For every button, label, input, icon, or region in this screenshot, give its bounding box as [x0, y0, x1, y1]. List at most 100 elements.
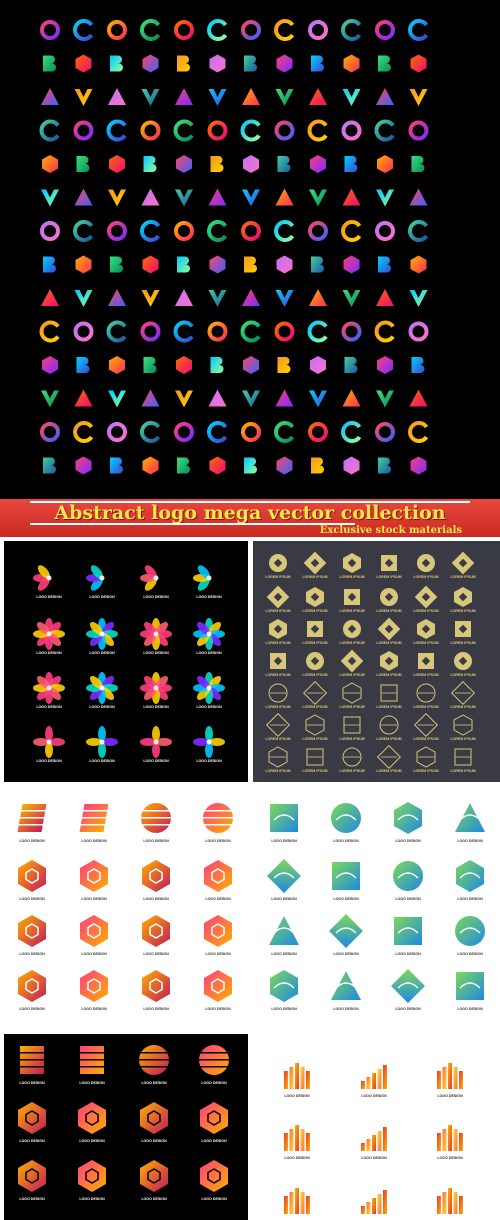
geometric-line-icon	[343, 553, 361, 573]
geometric-line-icon	[307, 621, 323, 637]
geometric-line-icon	[266, 585, 290, 609]
logo-caption: LOREM IPSUM	[265, 769, 290, 773]
chevron-icon	[409, 290, 428, 307]
logo-caption: LOREM IPSUM	[376, 609, 401, 613]
logo-caption: LOGO DESIGN	[19, 1007, 45, 1011]
stripe-shape-icon	[437, 1125, 463, 1151]
geometric-line-icon	[269, 619, 287, 639]
logo-caption: LOGO DESIGN	[457, 1007, 483, 1011]
logo-caption: LOGO DESIGN	[205, 1007, 231, 1011]
letter-m-icon	[75, 54, 92, 73]
letter-c-icon	[177, 256, 190, 273]
hexagon-icon	[40, 221, 60, 241]
letter-b-icon	[274, 120, 295, 141]
stripe-shape-icon	[284, 1063, 310, 1089]
geometric-line-icon	[342, 747, 362, 767]
geometric-line-icon	[381, 555, 397, 571]
hexagon-stripe-icon	[202, 803, 234, 833]
letter-m-icon	[341, 120, 362, 141]
triangle-icon	[177, 457, 190, 474]
letter-a-icon	[309, 189, 327, 207]
letter-s-icon	[142, 54, 159, 73]
logo-caption: LOGO DESIGN	[89, 595, 115, 599]
logo-caption: LOREM IPSUM	[450, 641, 475, 645]
logo-caption: LOGO DESIGN	[79, 1197, 105, 1201]
hexagon-stripe-icon	[142, 970, 170, 1002]
letter-c-icon	[141, 290, 160, 307]
letter-b-icon	[377, 356, 393, 374]
letter-a-icon	[374, 119, 395, 142]
letter-r-icon	[341, 220, 362, 242]
geometric-tile-icon	[456, 972, 484, 1000]
letter-a-icon	[173, 320, 194, 343]
hexagon-stripe-icon	[204, 970, 232, 1002]
letter-r-icon	[41, 189, 59, 207]
geometric-tile-icon	[455, 803, 485, 832]
geometric-line-icon	[454, 652, 472, 670]
swirl-icon	[276, 54, 293, 73]
logo-caption: LOREM IPSUM	[376, 673, 401, 677]
logo-caption: LOGO DESIGN	[143, 595, 169, 599]
logo-caption: LOREM IPSUM	[339, 673, 364, 677]
logo-caption: LOREM IPSUM	[450, 673, 475, 677]
logo-caption: LOGO DESIGN	[81, 897, 107, 901]
letter-r-icon	[110, 457, 123, 474]
letter-b-icon	[208, 188, 227, 206]
logo-caption: LOGO DESIGN	[437, 1094, 463, 1098]
triangle-icon	[307, 320, 328, 343]
swirl-icon	[41, 289, 59, 306]
swirl-icon	[310, 356, 326, 374]
geometric-line-icon	[376, 744, 402, 770]
chevron-icon	[244, 457, 257, 474]
letter-r-icon	[207, 19, 228, 41]
dark-hex-logo-panel: LOGO DESIGN LOGO DESIGN LOGO DESIGN LOGO DE…	[4, 1034, 248, 1220]
chevron-icon	[175, 189, 193, 207]
letter-m-icon	[41, 88, 59, 105]
logo-caption: LOGO DESIGN	[196, 759, 222, 763]
logo-caption: LOREM IPSUM	[376, 575, 401, 579]
letter-c-icon	[277, 156, 291, 172]
geometric-line-icon	[305, 714, 325, 736]
stripe-shape-icon	[361, 1127, 387, 1151]
logo-caption: LOREM IPSUM	[413, 705, 438, 709]
geometric-tile-icon	[332, 862, 360, 890]
flower-petal-icon	[140, 565, 159, 591]
geometric-line-icon	[343, 716, 361, 734]
flower-petal-icon	[193, 618, 225, 650]
letter-s-icon	[176, 356, 192, 374]
logo-caption: LOREM IPSUM	[339, 769, 364, 773]
logo-caption: LOGO DESIGN	[141, 1139, 167, 1143]
logo-caption: LOGO DESIGN	[36, 705, 62, 709]
logo-caption: LOGO DESIGN	[79, 1139, 105, 1143]
letter-r-icon	[210, 357, 224, 373]
hexagon-icon	[309, 289, 327, 306]
chevron-icon	[311, 55, 324, 72]
logo-caption: LOREM IPSUM	[339, 705, 364, 709]
flower-petal-icon	[140, 726, 172, 758]
logo-caption: LOGO DESIGN	[333, 839, 359, 843]
logo-caption: LOGO DESIGN	[36, 759, 62, 763]
hexagon-stripe-icon	[18, 1102, 46, 1134]
geometric-line-icon	[270, 653, 286, 669]
letter-m-icon	[109, 356, 125, 374]
triangle-icon	[208, 89, 227, 106]
letter-b-icon	[343, 54, 360, 73]
logo-caption: LOGO DESIGN	[89, 759, 115, 763]
geometric-line-icon	[416, 746, 436, 768]
letter-a-icon	[408, 421, 429, 443]
letter-s-icon	[174, 20, 194, 40]
hexagon-icon	[174, 422, 194, 442]
letter-m-icon	[409, 389, 428, 407]
geometric-line-icon	[265, 712, 291, 738]
logo-caption: LOREM IPSUM	[450, 705, 475, 709]
flower-petal-icon	[33, 565, 52, 591]
letter-c-icon	[378, 55, 391, 72]
logo-caption: LOGO DESIGN	[19, 1197, 45, 1201]
hexagon-stripe-icon	[198, 1045, 230, 1075]
logo-caption: LOGO DESIGN	[141, 1081, 167, 1085]
geometric-line-icon	[340, 649, 364, 673]
logo-caption: LOGO DESIGN	[457, 897, 483, 901]
hexagon-icon	[241, 20, 261, 40]
letter-b-icon	[276, 456, 293, 475]
letter-a-icon	[208, 290, 227, 307]
